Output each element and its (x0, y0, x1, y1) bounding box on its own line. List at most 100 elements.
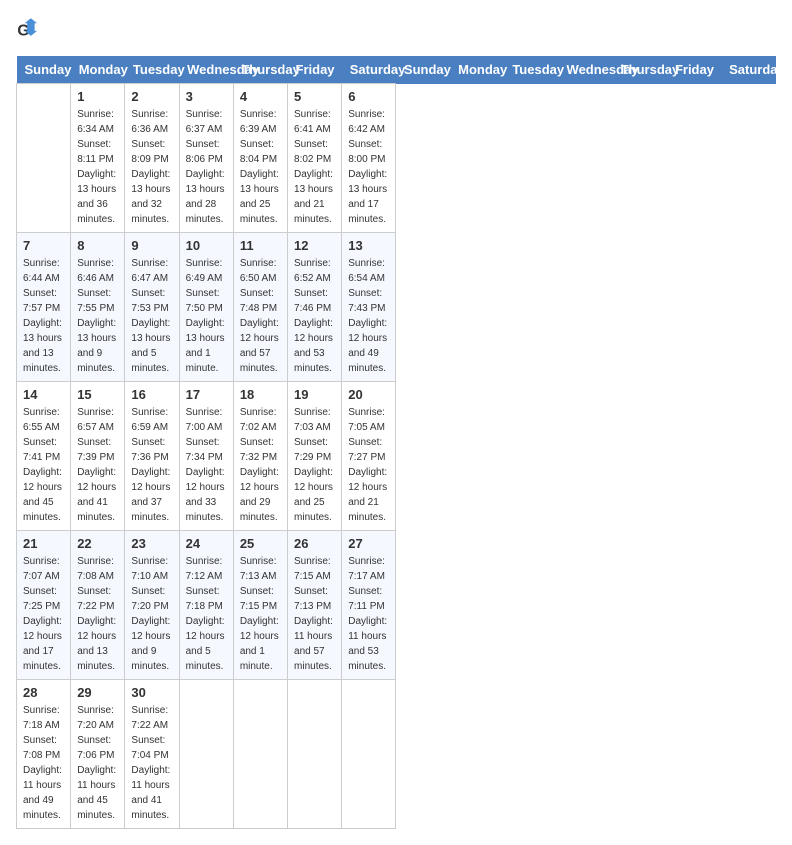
calendar-cell: 26 Sunrise: 7:15 AMSunset: 7:13 PMDayligh… (288, 531, 342, 680)
calendar-cell: 2Sunrise: 6:36 AMSunset: 8:09 PMDaylight… (125, 84, 179, 233)
day-info: Sunrise: 7:02 AMSunset: 7:32 PMDaylight:… (240, 405, 281, 525)
calendar-cell: 22Sunrise: 7:08 AMSunset: 7:22 PMDayligh… (71, 531, 125, 680)
calendar-week-3: 14 Sunrise: 6:55 AMSunset: 7:41 PMDayligh… (17, 382, 776, 531)
day-info: Sunrise: 7:22 AMSunset: 7:04 PMDaylight:… (131, 703, 172, 823)
logo-icon: G (16, 16, 44, 44)
day-info: Sunrise: 6:59 AMSunset: 7:36 PMDaylight:… (131, 405, 172, 525)
day-number: 5 (294, 89, 335, 104)
day-number: 15 (77, 387, 118, 402)
day-number: 9 (131, 238, 172, 253)
calendar-cell: 30 Sunrise: 7:22 AMSunset: 7:04 PMDayligh… (125, 680, 179, 829)
day-info: Sunrise: 7:05 AMSunset: 7:27 PMDaylight:… (348, 405, 389, 525)
day-header-thursday: Thursday (613, 56, 667, 84)
calendar-cell (342, 680, 396, 829)
day-info: Sunrise: 7:03 AMSunset: 7:29 PMDaylight:… (294, 405, 335, 525)
day-info: Sunrise: 6:42 AMSunset: 8:00 PMDaylight:… (348, 107, 389, 227)
calendar-cell: 25 Sunrise: 7:13 AMSunset: 7:15 PMDayligh… (233, 531, 287, 680)
day-info: Sunrise: 6:47 AMSunset: 7:53 PMDaylight:… (131, 256, 172, 376)
day-number: 24 (186, 536, 227, 551)
day-info: Sunrise: 7:00 AMSunset: 7:34 PMDaylight:… (186, 405, 227, 525)
day-number: 29 (77, 685, 118, 700)
calendar-cell: 20 Sunrise: 7:05 AMSunset: 7:27 PMDayligh… (342, 382, 396, 531)
day-number: 13 (348, 238, 389, 253)
calendar-cell: 16 Sunrise: 6:59 AMSunset: 7:36 PMDayligh… (125, 382, 179, 531)
calendar-cell: 6 Sunrise: 6:42 AMSunset: 8:00 PMDaylight… (342, 84, 396, 233)
day-header-thursday: Thursday (233, 56, 287, 84)
day-number: 19 (294, 387, 335, 402)
calendar-cell: 15 Sunrise: 6:57 AMSunset: 7:39 PMDayligh… (71, 382, 125, 531)
page-header: G (16, 16, 776, 44)
day-number: 6 (348, 89, 389, 104)
day-info: Sunrise: 6:54 AMSunset: 7:43 PMDaylight:… (348, 256, 389, 376)
calendar-cell: 23 Sunrise: 7:10 AMSunset: 7:20 PMDayligh… (125, 531, 179, 680)
day-number: 17 (186, 387, 227, 402)
calendar-cell: 7 Sunrise: 6:44 AMSunset: 7:57 PMDaylight… (17, 233, 71, 382)
day-info: Sunrise: 7:13 AMSunset: 7:15 PMDaylight:… (240, 554, 281, 674)
calendar-cell: 10 Sunrise: 6:49 AMSunset: 7:50 PMDayligh… (179, 233, 233, 382)
calendar-cell: 5 Sunrise: 6:41 AMSunset: 8:02 PMDaylight… (288, 84, 342, 233)
day-number: 8 (77, 238, 118, 253)
day-info: Sunrise: 6:36 AMSunset: 8:09 PMDaylight:… (131, 107, 172, 227)
day-info: Sunrise: 6:34 AMSunset: 8:11 PMDaylight:… (77, 107, 118, 227)
day-number: 7 (23, 238, 64, 253)
calendar-cell: 24 Sunrise: 7:12 AMSunset: 7:18 PMDayligh… (179, 531, 233, 680)
day-number: 27 (348, 536, 389, 551)
day-info: Sunrise: 6:39 AMSunset: 8:04 PMDaylight:… (240, 107, 281, 227)
day-number: 25 (240, 536, 281, 551)
day-header-tuesday: Tuesday (504, 56, 558, 84)
day-number: 4 (240, 89, 281, 104)
day-number: 21 (23, 536, 64, 551)
calendar-cell (288, 680, 342, 829)
day-number: 11 (240, 238, 281, 253)
day-info: Sunrise: 7:10 AMSunset: 7:20 PMDaylight:… (131, 554, 172, 674)
day-info: Sunrise: 6:41 AMSunset: 8:02 PMDaylight:… (294, 107, 335, 227)
day-info: Sunrise: 7:20 AMSunset: 7:06 PMDaylight:… (77, 703, 118, 823)
day-info: Sunrise: 6:49 AMSunset: 7:50 PMDaylight:… (186, 256, 227, 376)
day-header-wednesday: Wednesday (179, 56, 233, 84)
calendar-cell: 29 Sunrise: 7:20 AMSunset: 7:06 PMDayligh… (71, 680, 125, 829)
day-info: Sunrise: 6:52 AMSunset: 7:46 PMDaylight:… (294, 256, 335, 376)
day-info: Sunrise: 6:50 AMSunset: 7:48 PMDaylight:… (240, 256, 281, 376)
calendar-header-row: SundayMondayTuesdayWednesdayThursdayFrid… (17, 56, 776, 84)
day-number: 26 (294, 536, 335, 551)
logo: G (16, 16, 48, 44)
day-info: Sunrise: 7:12 AMSunset: 7:18 PMDaylight:… (186, 554, 227, 674)
day-info: Sunrise: 7:15 AMSunset: 7:13 PMDaylight:… (294, 554, 335, 674)
calendar-cell: 4 Sunrise: 6:39 AMSunset: 8:04 PMDaylight… (233, 84, 287, 233)
day-number: 10 (186, 238, 227, 253)
day-number: 16 (131, 387, 172, 402)
day-info: Sunrise: 7:07 AMSunset: 7:25 PMDaylight:… (23, 554, 64, 674)
calendar-cell: 8Sunrise: 6:46 AMSunset: 7:55 PMDaylight… (71, 233, 125, 382)
day-header-monday: Monday (71, 56, 125, 84)
calendar-week-5: 28Sunrise: 7:18 AMSunset: 7:08 PMDayligh… (17, 680, 776, 829)
day-header-sunday: Sunday (396, 56, 450, 84)
calendar-cell: 12Sunrise: 6:52 AMSunset: 7:46 PMDayligh… (288, 233, 342, 382)
day-header-sunday: Sunday (17, 56, 71, 84)
day-info: Sunrise: 7:18 AMSunset: 7:08 PMDaylight:… (23, 703, 64, 823)
day-info: Sunrise: 6:57 AMSunset: 7:39 PMDaylight:… (77, 405, 118, 525)
day-number: 23 (131, 536, 172, 551)
day-info: Sunrise: 6:55 AMSunset: 7:41 PMDaylight:… (23, 405, 64, 525)
day-header-friday: Friday (667, 56, 721, 84)
day-header-saturday: Saturday (342, 56, 396, 84)
day-header-wednesday: Wednesday (559, 56, 613, 84)
calendar-cell (179, 680, 233, 829)
calendar-cell: 27 Sunrise: 7:17 AMSunset: 7:11 PMDayligh… (342, 531, 396, 680)
day-header-monday: Monday (450, 56, 504, 84)
calendar-cell: 19 Sunrise: 7:03 AMSunset: 7:29 PMDayligh… (288, 382, 342, 531)
day-info: Sunrise: 7:17 AMSunset: 7:11 PMDaylight:… (348, 554, 389, 674)
day-number: 30 (131, 685, 172, 700)
day-number: 18 (240, 387, 281, 402)
calendar-week-2: 7 Sunrise: 6:44 AMSunset: 7:57 PMDaylight… (17, 233, 776, 382)
calendar-cell: 3Sunrise: 6:37 AMSunset: 8:06 PMDaylight… (179, 84, 233, 233)
calendar-cell (233, 680, 287, 829)
calendar-cell: 13 Sunrise: 6:54 AMSunset: 7:43 PMDayligh… (342, 233, 396, 382)
day-info: Sunrise: 6:37 AMSunset: 8:06 PMDaylight:… (186, 107, 227, 227)
calendar-cell: 17 Sunrise: 7:00 AMSunset: 7:34 PMDayligh… (179, 382, 233, 531)
calendar-cell: 14 Sunrise: 6:55 AMSunset: 7:41 PMDayligh… (17, 382, 71, 531)
day-info: Sunrise: 7:08 AMSunset: 7:22 PMDaylight:… (77, 554, 118, 674)
day-number: 14 (23, 387, 64, 402)
day-header-friday: Friday (288, 56, 342, 84)
day-number: 20 (348, 387, 389, 402)
day-info: Sunrise: 6:44 AMSunset: 7:57 PMDaylight:… (23, 256, 64, 376)
